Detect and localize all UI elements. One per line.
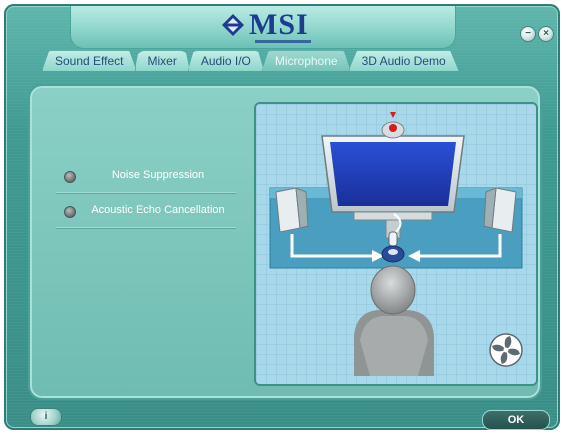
app-window: MSI − × Sound Effect Mixer Audio I/O Mic… — [4, 4, 560, 430]
option-echo-cancellation[interactable]: Acoustic Echo Cancellation — [56, 197, 236, 228]
info-icon: i — [44, 411, 48, 422]
speaker-icon — [275, 187, 309, 233]
option-noise-suppression[interactable]: Noise Suppression — [56, 162, 236, 193]
brand-name: MSI — [249, 8, 309, 41]
tab-microphone[interactable]: Microphone — [261, 50, 351, 71]
tab-bar: Sound Effect Mixer Audio I/O Microphone … — [42, 50, 459, 71]
msi-dragon-icon — [221, 13, 245, 37]
title-bar: MSI — [70, 6, 456, 49]
tab-mixer[interactable]: Mixer — [134, 50, 190, 71]
fan-icon — [489, 333, 523, 367]
tab-3d-audio-demo[interactable]: 3D Audio Demo — [348, 50, 459, 71]
microphone-options: Noise Suppression Acoustic Echo Cancella… — [56, 162, 236, 232]
echo-cancellation-label: Acoustic Echo Cancellation — [91, 204, 225, 216]
speaker-icon — [483, 187, 517, 233]
close-button[interactable]: × — [538, 26, 554, 42]
info-button[interactable]: i — [30, 408, 62, 426]
brand-logo: MSI — [221, 10, 309, 40]
minimize-button[interactable]: − — [520, 26, 536, 42]
brand-underline — [255, 40, 311, 43]
tab-sound-effect[interactable]: Sound Effect — [42, 50, 137, 71]
echo-cancellation-radio[interactable] — [64, 206, 76, 218]
ok-button[interactable]: OK — [482, 410, 550, 430]
tab-audio-io[interactable]: Audio I/O — [187, 50, 264, 71]
noise-suppression-radio[interactable] — [64, 171, 76, 183]
microphone-panel: Noise Suppression Acoustic Echo Cancella… — [28, 84, 542, 400]
microphone-illustration — [254, 102, 538, 386]
noise-suppression-label: Noise Suppression — [111, 169, 205, 181]
